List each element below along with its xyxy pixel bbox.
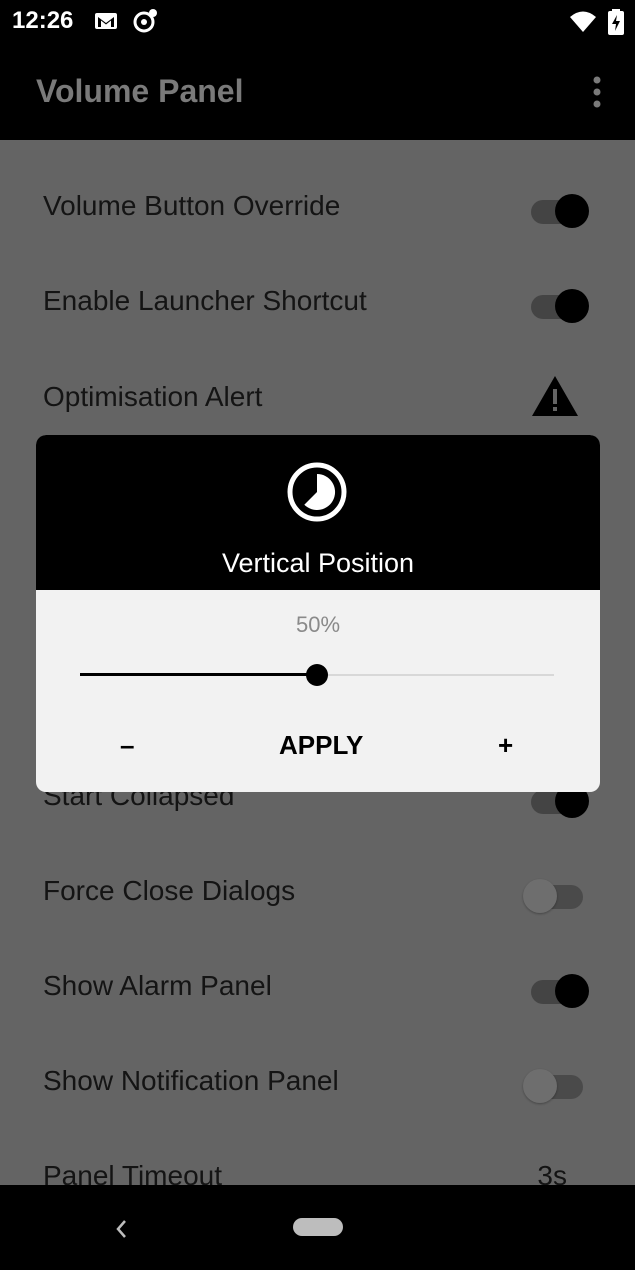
show-notification-panel-switch[interactable] <box>523 1066 587 1103</box>
wifi-icon <box>570 11 596 32</box>
home-pill-icon[interactable] <box>293 1218 343 1236</box>
dialog-header: Vertical Position <box>36 435 600 590</box>
setting-enable-launcher-shortcut[interactable]: Enable Launcher Shortcut <box>0 253 635 348</box>
position-slider[interactable] <box>80 660 554 690</box>
more-vert-icon[interactable] <box>587 74 607 114</box>
setting-label: Enable Launcher Shortcut <box>43 285 367 316</box>
setting-force-close-dialogs[interactable]: Force Close Dialogs <box>0 843 635 938</box>
apply-button[interactable]: APPLY <box>279 730 363 761</box>
panel-timeout-value: 3s <box>537 1160 567 1185</box>
navigation-bar <box>0 1185 635 1270</box>
timelapse-icon <box>287 462 347 522</box>
battery-icon <box>608 9 624 35</box>
app-title: Volume Panel <box>36 73 244 109</box>
slider-thumb[interactable] <box>306 664 328 686</box>
status-time: 12:26 <box>12 7 74 34</box>
setting-show-alarm-panel[interactable]: Show Alarm Panel <box>0 938 635 1033</box>
back-chevron-icon[interactable] <box>112 1217 132 1241</box>
dialog-title: Vertical Position <box>221 548 415 578</box>
decrease-button[interactable]: – <box>120 730 134 761</box>
app-bar: Volume Panel <box>0 44 635 140</box>
setting-label: Show Notification Panel <box>43 1065 339 1096</box>
setting-optimisation-alert[interactable]: Optimisation Alert <box>0 349 635 444</box>
warning-icon[interactable] <box>530 374 580 418</box>
setting-label: Show Alarm Panel <box>43 970 272 1001</box>
gmail-icon <box>95 13 117 29</box>
setting-label: Force Close Dialogs <box>43 875 296 906</box>
vertical-position-dialog: Vertical Position 50% – APPLY + <box>36 435 600 792</box>
slider-fill <box>80 673 317 676</box>
setting-show-notification-panel[interactable]: Show Notification Panel <box>0 1033 635 1128</box>
setting-label: Optimisation Alert <box>43 381 263 412</box>
setting-label: Volume Button Override <box>43 190 341 221</box>
setting-label: Panel Timeout <box>43 1160 222 1185</box>
setting-volume-button-override[interactable]: Volume Button Override <box>0 158 635 253</box>
setting-panel-timeout[interactable]: Panel Timeout 3s <box>0 1128 635 1185</box>
dialog-value-text: 50% <box>295 612 341 637</box>
enable-launcher-shortcut-switch[interactable] <box>529 286 589 323</box>
sync-icon <box>133 9 157 33</box>
increase-button[interactable]: + <box>498 730 513 761</box>
force-close-dialogs-switch[interactable] <box>523 876 587 913</box>
show-alarm-panel-switch[interactable] <box>529 971 589 1008</box>
status-bar: 12:26 <box>0 0 635 44</box>
volume-button-override-switch[interactable] <box>529 191 589 228</box>
